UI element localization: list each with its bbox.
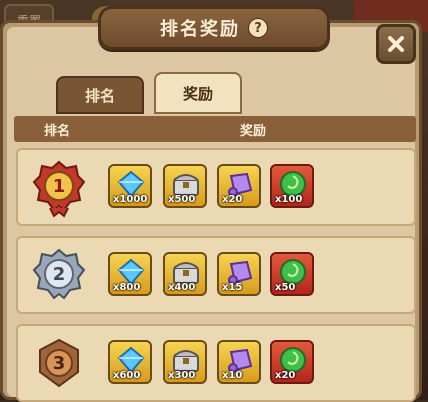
item-qty: x50 — [275, 282, 296, 293]
item-qty: x500 — [168, 194, 196, 205]
item-qty: x400 — [168, 282, 196, 293]
item-qty: x600 — [113, 370, 141, 381]
item-qty: x15 — [222, 282, 243, 293]
rank-2-badge-icon: 2 — [32, 248, 86, 300]
table-row: 2 x800 x400 x15 x50 — [16, 236, 416, 314]
item-qty: x100 — [275, 194, 303, 205]
table-header: 排名 奖励 — [14, 116, 416, 142]
rank-3-label: 3 — [53, 353, 66, 374]
item-qty: x1000 — [113, 194, 148, 205]
reward-diamond[interactable]: x800 — [108, 252, 152, 296]
rank-2-label: 2 — [53, 264, 66, 285]
tab-rank[interactable]: 排名 — [56, 76, 144, 114]
reward-scroll[interactable]: x15 — [217, 252, 261, 296]
reward-scroll[interactable]: x20 — [217, 164, 261, 208]
item-qty: x800 — [113, 282, 141, 293]
reward-green-orb[interactable]: x50 — [270, 252, 314, 296]
rank-1-label: 1 — [53, 176, 66, 197]
rank-1-badge-icon: 1 — [32, 160, 86, 218]
table-row: 1 x1000 x500 x20 x100 — [16, 148, 416, 226]
tab-reward[interactable]: 奖励 — [154, 72, 242, 114]
title-plate: 排名奖励 ? — [98, 6, 330, 50]
item-qty: x10 — [222, 370, 243, 381]
table-row: 3 x600 x300 x10 x20 — [16, 324, 416, 402]
reward-green-orb[interactable]: x20 — [270, 340, 314, 384]
close-icon — [388, 36, 404, 52]
window-title: 排名奖励 — [160, 19, 240, 40]
help-button[interactable]: ? — [248, 18, 268, 38]
reward-diamond[interactable]: x1000 — [108, 164, 152, 208]
reward-green-orb[interactable]: x100 — [270, 164, 314, 208]
close-button[interactable] — [376, 24, 416, 64]
item-qty: x20 — [275, 370, 296, 381]
header-rank: 排名 — [44, 123, 71, 139]
rank-3-badge-icon: 3 — [39, 338, 79, 388]
reward-scroll[interactable]: x10 — [217, 340, 261, 384]
reward-chest[interactable]: x400 — [163, 252, 207, 296]
item-qty: x20 — [222, 194, 243, 205]
header-reward: 奖励 — [240, 123, 267, 139]
reward-chest[interactable]: x500 — [163, 164, 207, 208]
item-qty: x300 — [168, 370, 196, 381]
reward-diamond[interactable]: x600 — [108, 340, 152, 384]
reward-chest[interactable]: x300 — [163, 340, 207, 384]
